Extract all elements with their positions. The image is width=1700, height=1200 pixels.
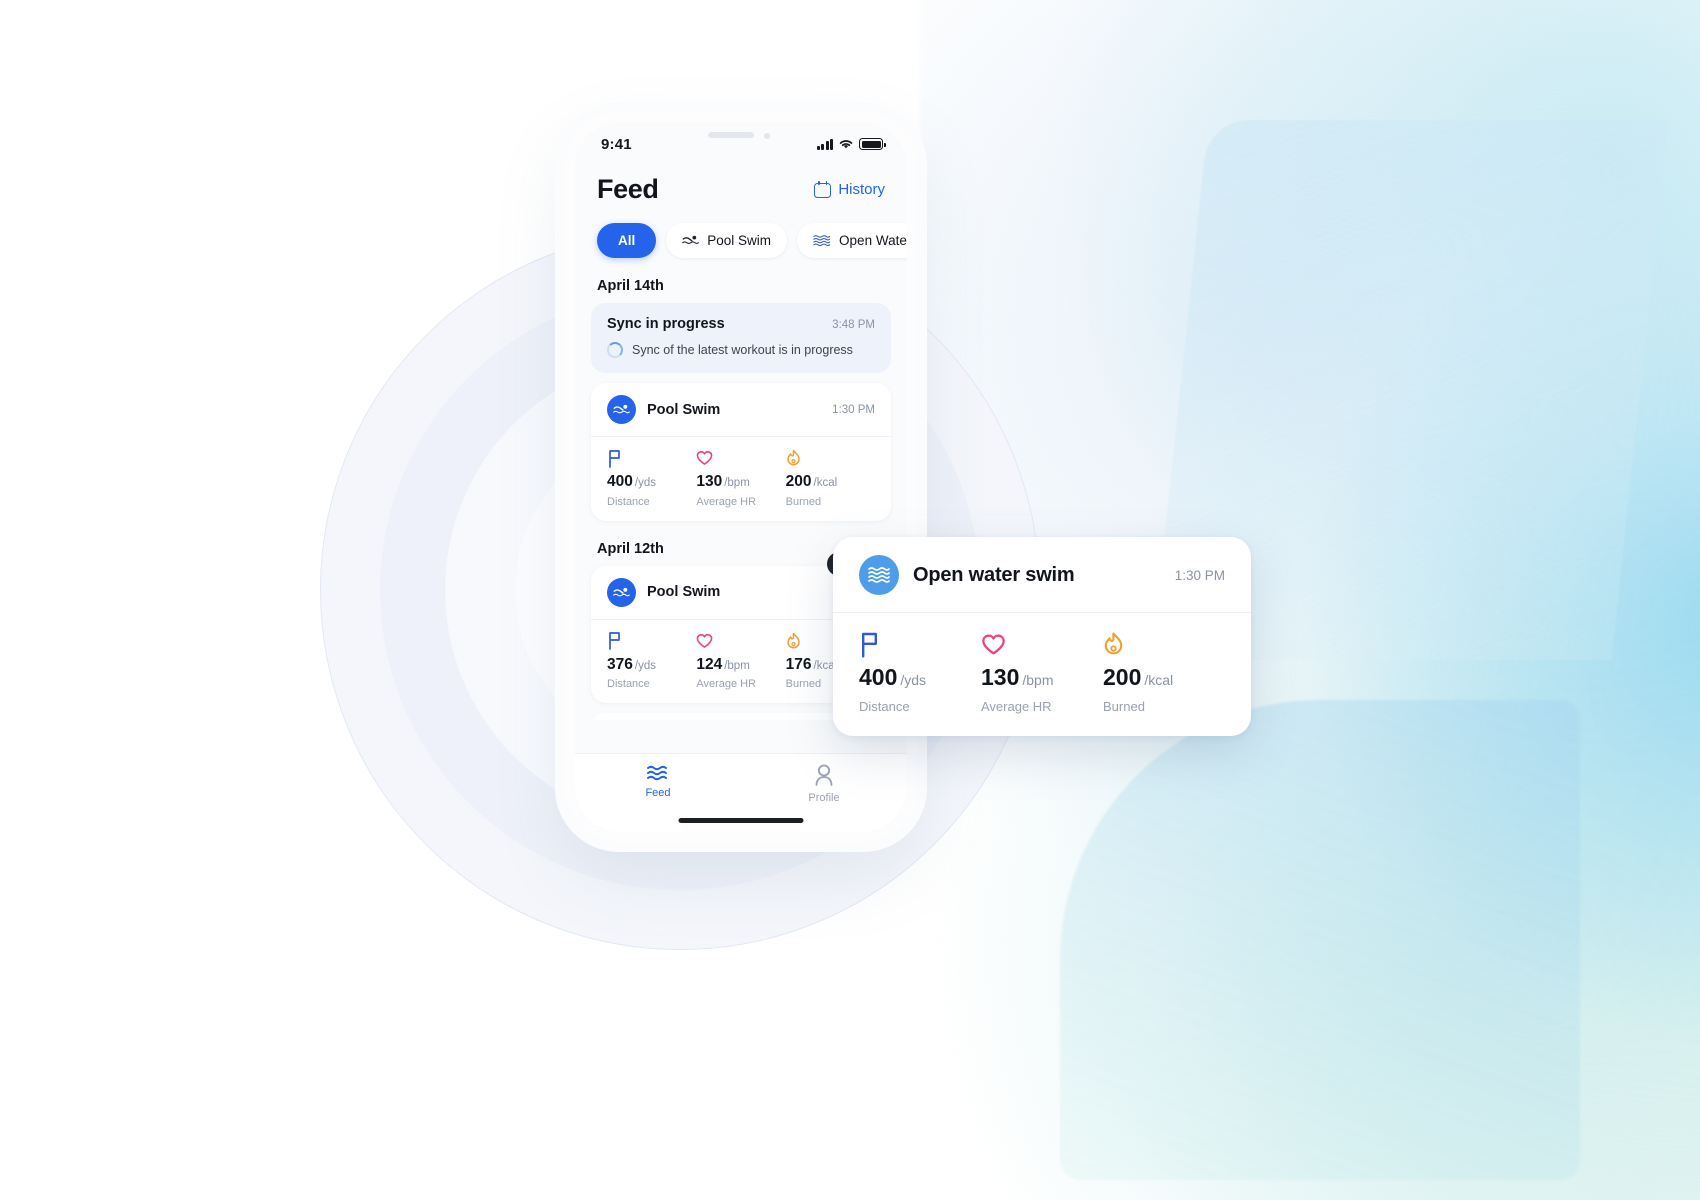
open-water-swim-icon [813,235,831,247]
heart-icon [981,630,1103,658]
stat-average-hr-unit: /bpm [724,477,750,489]
wifi-icon [839,140,853,149]
filter-chip-all[interactable]: All [597,223,657,258]
flag-icon [859,630,981,658]
stat-burned-unit: /kcal [813,477,838,489]
spinner-icon [607,342,623,358]
popup-stat-average-hr-label: Average HR [981,699,1052,714]
tab-feed[interactable]: Feed [608,764,708,799]
history-button-label: History [838,181,885,198]
filter-chip-row: All Pool Swim Open Wate [575,217,907,268]
sync-message: Sync of the latest workout is in progres… [632,343,853,357]
heart-icon [696,631,785,651]
popup-stat-burned-label: Burned [1103,699,1145,714]
stat-average-hr-label: Average HR [696,678,757,690]
home-indicator [678,818,804,823]
stat-average-hr: 124/bpm Average HR [696,631,785,690]
stat-distance-unit: /yds [634,477,656,489]
calendar-icon [814,181,832,198]
workout-detail-popup[interactable]: Open water swim 1:30 PM 400/yds Distance… [833,537,1251,736]
popup-stat-distance: 400/yds Distance [859,630,981,714]
stat-average-hr-label: Average HR [696,495,757,508]
filter-chip-pool-swim-label: Pool Swim [707,233,772,248]
heart-icon [696,448,785,468]
flag-icon [607,448,696,468]
popup-title: Open water swim [913,563,1075,586]
workout-card[interactable]: Pool Swim 1:30 PM 400/yds Distance 130 /… [591,383,891,521]
history-button[interactable]: History [814,181,885,198]
filter-chip-all-label: All [618,233,636,248]
status-bar-time: 9:41 [601,135,632,153]
workout-time: 1:30 PM [832,403,875,416]
stat-average-hr-unit: /bpm [724,659,750,672]
cellular-signal-icon [816,138,833,150]
pool-swim-icon [607,577,636,607]
pool-swim-icon [682,235,700,244]
stat-distance-unit: /yds [634,659,656,672]
popup-stat-burned-value: 200 [1103,664,1142,690]
popup-stat-average-hr-unit: /bpm [1022,672,1054,688]
person-icon [815,764,833,786]
popup-time: 1:30 PM [1174,567,1225,583]
workout-card[interactable]: ool Swim 1:13 PM [591,713,861,720]
sync-status-card: Sync in progress 3:48 PM Sync of the lat… [591,303,891,373]
popup-stat-distance-unit: /yds [900,672,927,688]
workout-title: Pool Swim [647,584,721,600]
stat-distance-value: 376 [607,655,633,673]
pool-swim-icon [607,395,636,424]
workout-title: Pool Swim [647,401,721,418]
popup-stats: 400/yds Distance 130/bpm Average HR 200/… [833,613,1251,714]
waves-icon [647,765,667,781]
stat-burned-label: Burned [785,495,822,508]
popup-stat-distance-label: Distance [859,699,910,714]
popup-stat-burned: 200/kcal Burned [1103,630,1225,714]
flame-icon [1103,630,1225,658]
flag-icon [607,631,696,651]
page-title: Feed [597,174,659,204]
workout-stats: 400/yds Distance 130/bpm Average HR 200 … [591,437,891,508]
bottom-tab-bar: Feed Profile [575,754,907,832]
battery-icon [859,138,886,150]
flame-icon [786,448,875,468]
stat-distance-label: Distance [607,495,650,508]
status-bar: 9:41 [575,122,907,166]
filter-chip-pool-swim[interactable]: Pool Swim [666,223,788,258]
workout-card-header: Pool Swim 1:30 PM [591,395,891,437]
stat-average-hr: 130/bpm Average HR [696,448,785,508]
popup-header: Open water swim 1:30 PM [833,555,1251,613]
sync-time: 3:48 PM [832,319,875,331]
tab-feed-label: Feed [645,787,671,799]
stat-distance: 376/yds Distance [607,631,696,690]
app-header: Feed History [575,166,907,217]
stat-distance-label: Distance [607,678,650,690]
open-water-swim-icon [859,555,899,595]
feed-date-label: April 14th [597,278,664,294]
filter-chip-open-water-swim[interactable]: Open Water Swim [797,223,907,258]
popup-stat-distance-value: 400 [859,664,898,690]
sync-card-body: Sync of the latest workout is in progres… [607,342,875,358]
stat-burned: 200/kcal Burned [786,448,875,508]
filter-chip-open-water-swim-label: Open Water Swim [839,233,907,248]
tab-profile-label: Profile [808,792,840,804]
sync-card-header: Sync in progress 3:48 PM [607,316,875,332]
stat-distance-value: 400 [607,473,633,490]
stat-average-hr-value: 124 [696,655,723,673]
stat-distance: 400/yds Distance [607,448,696,508]
stat-burned-value: 176 [785,655,812,673]
sync-title: Sync in progress [607,316,725,332]
stat-burned-value: 200 [785,473,812,490]
tab-profile[interactable]: Profile [774,764,874,804]
popup-stat-average-hr-value: 130 [981,664,1020,690]
popup-stat-burned-unit: /kcal [1144,672,1174,688]
popup-stat-average-hr: 130/bpm Average HR [981,630,1103,714]
stat-average-hr-value: 130 [696,473,723,490]
status-bar-indicators [816,138,886,150]
